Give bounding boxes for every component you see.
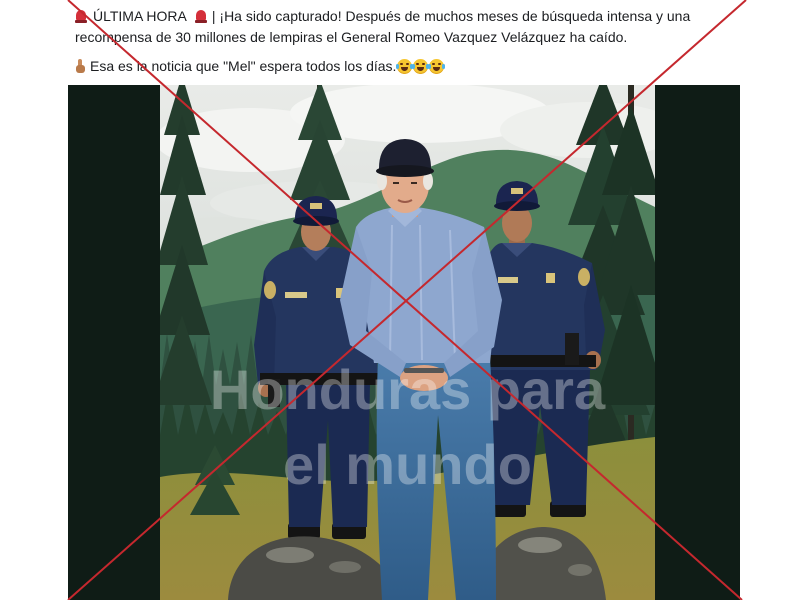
cap-brim: [376, 165, 434, 177]
photo-scene: [160, 85, 655, 600]
name-tag: [285, 292, 307, 298]
cap-badge: [310, 203, 322, 209]
post-headline-line-1: ÚLTIMA HORA | ¡Ha sido capturado! Despué…: [75, 7, 690, 25]
breaking-label: ÚLTIMA HORA: [93, 8, 187, 24]
watermark-line: Honduras para: [209, 358, 606, 421]
post-headline-line-2: recompensa de 30 millones de lempiras el…: [75, 28, 627, 46]
cap-brim: [293, 216, 339, 226]
post-photo[interactable]: Honduras para el mundo: [160, 85, 655, 600]
eye: [393, 182, 399, 184]
siren-icon: [75, 9, 87, 23]
shoulder-patch: [264, 281, 276, 299]
chest-badge: [546, 273, 555, 283]
rock-highlight: [518, 537, 562, 553]
pointing-up-icon: [75, 59, 86, 73]
name-tag: [498, 277, 518, 283]
laughing-face-icon: [428, 58, 445, 74]
cap-badge: [511, 188, 523, 194]
rock-highlight: [329, 561, 361, 573]
post-comment-line: Esa es la noticia que "Mel" espera todos…: [75, 57, 445, 75]
siren-icon: [194, 9, 207, 23]
rock-highlight: [266, 547, 314, 563]
cap-brim: [494, 201, 540, 211]
shoulder-patch: [578, 268, 590, 286]
eye: [411, 182, 417, 184]
headline-text: recompensa de 30 millones de lempiras el…: [75, 29, 628, 45]
watermark-line: el mundo: [283, 433, 532, 496]
comment-text: Esa es la noticia que "Mel" espera todos…: [90, 58, 397, 74]
headline-text: | ¡Ha sido capturado! Después de muchos …: [211, 8, 691, 24]
rock-highlight: [568, 564, 592, 576]
laughing-face-icon: [412, 58, 429, 74]
post-image-frame[interactable]: Honduras para el mundo: [68, 85, 740, 600]
laughing-face-icon: [396, 58, 413, 74]
